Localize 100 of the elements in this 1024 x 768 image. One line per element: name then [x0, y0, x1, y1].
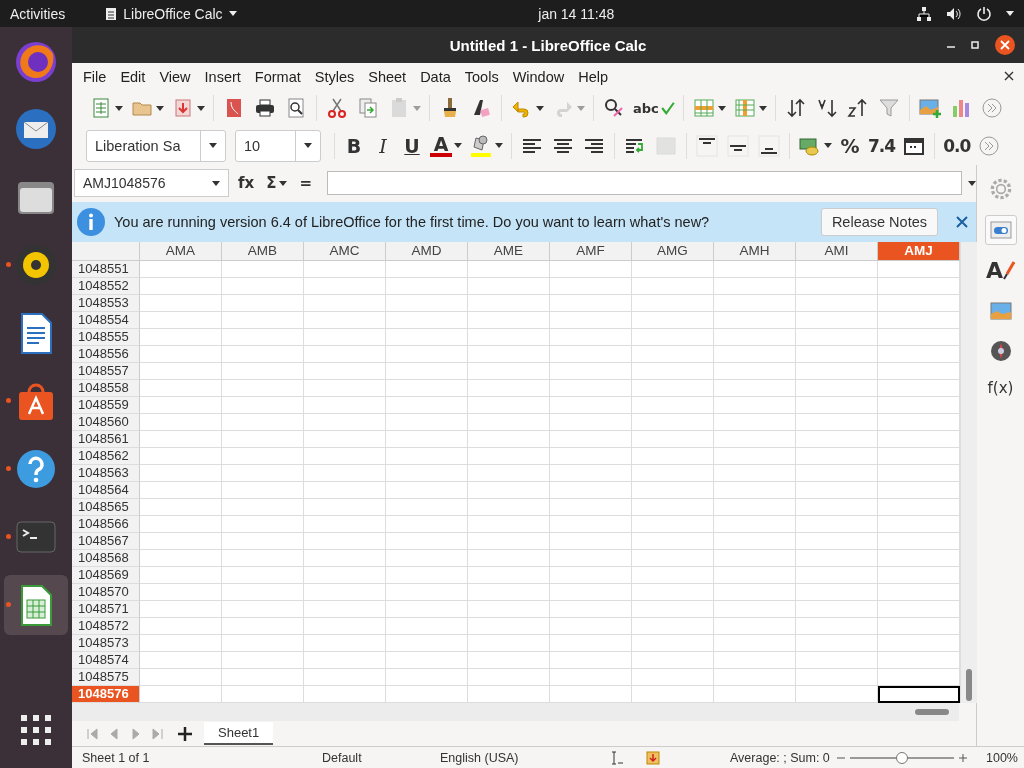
grid-cell[interactable] — [878, 447, 960, 465]
selected-cell[interactable] — [878, 685, 960, 703]
grid-cell[interactable] — [878, 379, 960, 397]
grid-cell[interactable] — [714, 634, 796, 652]
grid-cell[interactable] — [632, 345, 714, 363]
grid-cell[interactable] — [222, 362, 304, 380]
grid-cell[interactable] — [304, 379, 386, 397]
grid-cell[interactable] — [550, 600, 632, 618]
grid-cell[interactable] — [386, 447, 468, 465]
grid-cell[interactable] — [714, 328, 796, 346]
close-icon[interactable] — [1004, 71, 1014, 81]
grid-cell[interactable] — [468, 260, 550, 278]
font-color-button[interactable]: A — [427, 130, 465, 161]
grid-cell[interactable] — [222, 532, 304, 550]
grid-cell[interactable] — [714, 515, 796, 533]
grid-cell[interactable] — [714, 396, 796, 414]
menu-item[interactable]: Format — [247, 68, 308, 85]
grid-cell[interactable] — [632, 396, 714, 414]
grid-cell[interactable] — [550, 447, 632, 465]
grid-cell[interactable] — [304, 430, 386, 448]
grid-cell[interactable] — [386, 481, 468, 499]
grid-cell[interactable] — [878, 294, 960, 312]
grid-cell[interactable] — [632, 260, 714, 278]
grid-cell[interactable] — [222, 583, 304, 601]
activities-button[interactable]: Activities — [10, 5, 66, 22]
formula-input[interactable] — [327, 171, 962, 196]
grid-cell[interactable] — [468, 498, 550, 516]
grid-cell[interactable] — [714, 549, 796, 567]
grid-cell[interactable] — [304, 600, 386, 618]
grid-cell[interactable] — [632, 515, 714, 533]
grid-cell[interactable] — [140, 685, 222, 703]
spellcheck-button[interactable]: abc — [630, 93, 678, 123]
grid-cell[interactable] — [386, 396, 468, 414]
grid-cell[interactable] — [878, 328, 960, 346]
grid-cell[interactable] — [222, 600, 304, 618]
grid-cell[interactable] — [796, 413, 878, 431]
grid-cell[interactable] — [796, 600, 878, 618]
app-menu[interactable]: LibreOffice Calc — [105, 5, 237, 22]
grid-cell[interactable] — [468, 311, 550, 329]
clock[interactable]: jan 14 11:48 — [538, 5, 615, 22]
menu-item[interactable]: View — [152, 68, 198, 85]
grid-cell[interactable] — [222, 464, 304, 482]
dock-item[interactable] — [4, 575, 68, 635]
grid-cell[interactable] — [632, 481, 714, 499]
percent-format-button[interactable]: % — [836, 130, 864, 161]
grid-cell[interactable] — [222, 396, 304, 414]
grid-cell[interactable] — [878, 464, 960, 482]
zoom-in-icon[interactable] — [958, 752, 968, 763]
grid-cell[interactable] — [550, 396, 632, 414]
grid-cell[interactable] — [222, 685, 304, 703]
grid-cell[interactable] — [140, 362, 222, 380]
grid-cell[interactable] — [304, 583, 386, 601]
grid-cell[interactable] — [222, 294, 304, 312]
grid-cell[interactable] — [304, 447, 386, 465]
grid-cell[interactable] — [386, 651, 468, 669]
network-icon[interactable] — [916, 5, 932, 22]
font-name-field[interactable]: Liberation Sa — [86, 129, 226, 162]
grid-cell[interactable] — [878, 481, 960, 499]
grid-cell[interactable] — [304, 396, 386, 414]
grid-cell[interactable] — [796, 651, 878, 669]
grid-cell[interactable] — [878, 311, 960, 329]
grid-cell[interactable] — [796, 260, 878, 278]
grid-cell[interactable] — [386, 277, 468, 295]
grid-cell[interactable] — [550, 481, 632, 499]
grid-cell[interactable] — [632, 277, 714, 295]
grid-cell[interactable] — [304, 464, 386, 482]
grid-cell[interactable] — [550, 566, 632, 584]
menu-item[interactable]: Data — [413, 68, 458, 85]
grid-cell[interactable] — [632, 617, 714, 635]
grid-cell[interactable] — [140, 668, 222, 686]
sidebar-tab[interactable]: f(x) — [983, 376, 1018, 400]
grid-cell[interactable] — [796, 464, 878, 482]
grid-cell[interactable] — [550, 464, 632, 482]
grid-cell[interactable] — [140, 328, 222, 346]
grid-cell[interactable] — [796, 277, 878, 295]
grid-cell[interactable] — [386, 566, 468, 584]
grid-cell[interactable] — [222, 447, 304, 465]
grid-cell[interactable] — [304, 362, 386, 380]
grid-cell[interactable] — [632, 413, 714, 431]
close-icon[interactable] — [994, 34, 1016, 56]
grid-cell[interactable] — [222, 498, 304, 516]
grid-cell[interactable] — [632, 362, 714, 380]
grid-cell[interactable] — [878, 634, 960, 652]
grid-cell[interactable] — [140, 396, 222, 414]
grid-cell[interactable] — [878, 566, 960, 584]
grid-cell[interactable] — [140, 600, 222, 618]
grid-cell[interactable] — [140, 277, 222, 295]
grid-cell[interactable] — [140, 430, 222, 448]
grid-cell[interactable] — [468, 515, 550, 533]
grid-cell[interactable] — [714, 362, 796, 380]
grid-cell[interactable] — [878, 515, 960, 533]
grid-cell[interactable] — [140, 515, 222, 533]
grid-cell[interactable] — [550, 634, 632, 652]
grid-cell[interactable] — [140, 566, 222, 584]
grid-cell[interactable] — [386, 294, 468, 312]
grid-cell[interactable] — [140, 260, 222, 278]
grid-cell[interactable] — [550, 651, 632, 669]
grid-cell[interactable] — [796, 362, 878, 380]
grid-cell[interactable] — [796, 685, 878, 703]
grid-cell[interactable] — [140, 532, 222, 550]
